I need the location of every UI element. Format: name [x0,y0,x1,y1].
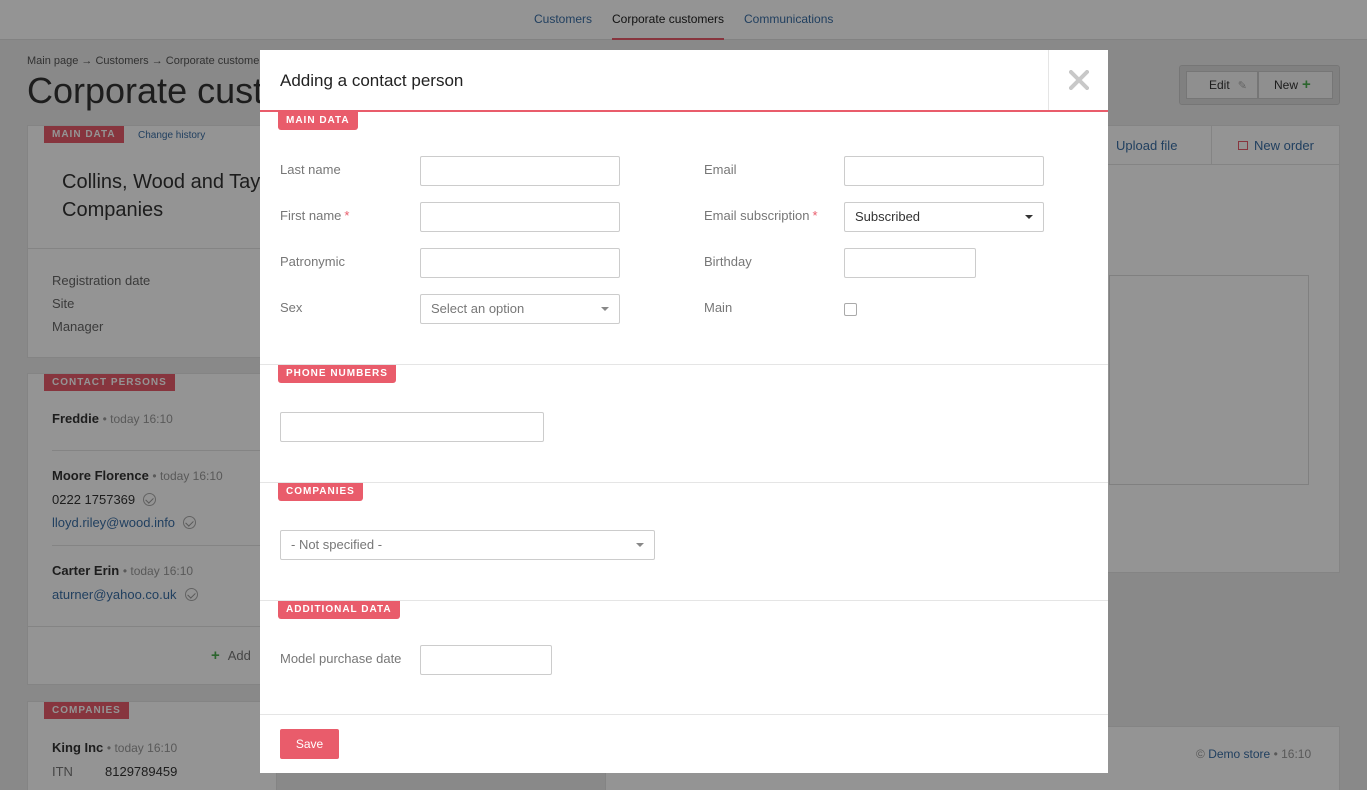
companies-section-tag: COMPANIES [278,483,363,501]
required-mark: * [344,208,350,223]
email-subscription-label: Email subscription * [704,208,818,223]
main-data-section: MAIN DATA Last name First name * Patronym… [260,112,1108,364]
close-icon [1069,70,1089,90]
model-purchase-date-input[interactable] [420,645,552,675]
patronymic-label: Patronymic [280,254,346,269]
company-select[interactable]: - Not specified - [280,530,655,560]
modal-header: Adding a contact person [260,50,1108,112]
last-name-label: Last name [280,162,341,177]
modal-title: Adding a contact person [280,71,464,90]
last-name-input[interactable] [420,156,620,186]
main-checkbox[interactable] [844,303,857,316]
first-name-input[interactable] [420,202,620,232]
add-contact-modal: Adding a contact person MAIN DATA Last n… [260,50,1108,773]
save-button[interactable]: Save [280,729,339,759]
chevron-down-icon [636,543,644,547]
patronymic-input[interactable] [420,248,620,278]
modal-footer-divider [260,714,1108,715]
chevron-down-icon [601,307,609,311]
first-name-label: First name * [280,208,350,223]
sex-select[interactable]: Select an option [420,294,620,324]
additional-data-section: ADDITIONAL DATA Model purchase date [260,600,1108,714]
close-button[interactable] [1048,50,1108,110]
phone-numbers-section-tag: PHONE NUMBERS [278,365,396,383]
birthday-label: Birthday [704,254,752,269]
main-data-section-tag: MAIN DATA [278,112,358,130]
required-mark: * [812,208,818,223]
email-label: Email [704,162,737,177]
companies-section: COMPANIES - Not specified - [260,482,1108,600]
sex-label: Sex [280,300,303,315]
main-label: Main [704,300,733,315]
birthday-input[interactable] [844,248,976,278]
model-purchase-date-label: Model purchase date [280,651,402,666]
phone-input[interactable] [280,412,544,442]
email-subscription-select[interactable]: Subscribed [844,202,1044,232]
chevron-down-icon [1025,215,1033,219]
additional-data-section-tag: ADDITIONAL DATA [278,601,400,619]
email-input[interactable] [844,156,1044,186]
phone-numbers-section: PHONE NUMBERS [260,364,1108,482]
